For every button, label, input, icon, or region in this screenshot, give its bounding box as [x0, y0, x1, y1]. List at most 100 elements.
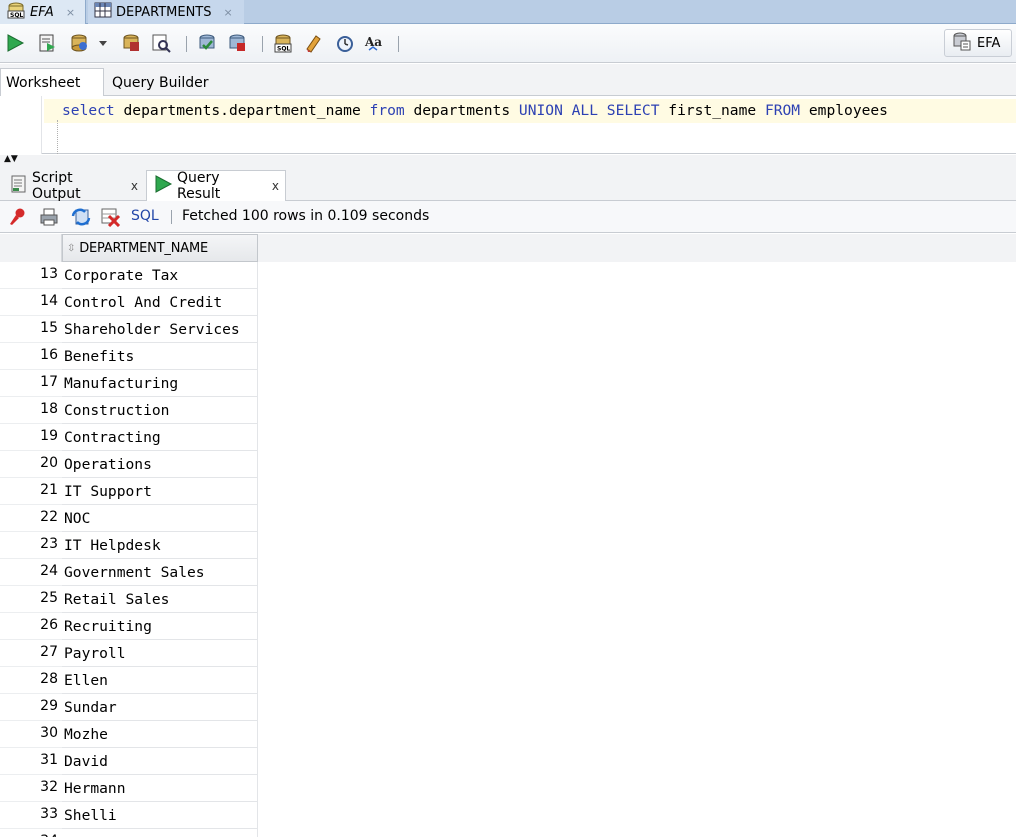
table-cell[interactable] [62, 829, 258, 837]
rollback-icon[interactable] [196, 32, 218, 54]
doc-tab-efa[interactable]: SQL EFA × [0, 0, 86, 24]
row-number[interactable]: 22 [0, 505, 62, 532]
table-row[interactable]: 27 Payroll [0, 640, 260, 667]
row-number[interactable]: 14 [0, 289, 62, 316]
table-row[interactable]: 31 David [0, 748, 260, 775]
table-row[interactable]: 16 Benefits [0, 343, 260, 370]
table-cell[interactable]: Corporate Tax [62, 262, 258, 289]
row-number[interactable]: 28 [0, 667, 62, 694]
table-cell[interactable]: Government Sales [62, 559, 258, 586]
row-number[interactable]: 23 [0, 532, 62, 559]
table-cell[interactable]: Sundar [62, 694, 258, 721]
row-number[interactable]: 21 [0, 478, 62, 505]
sql-statement[interactable]: select departments.department_name from … [62, 102, 888, 119]
table-cell[interactable]: David [62, 748, 258, 775]
table-row[interactable]: 28 Ellen [0, 667, 260, 694]
table-cell[interactable]: Payroll [62, 640, 258, 667]
table-cell[interactable]: Shelli [62, 802, 258, 829]
connection-selector[interactable]: EFA [944, 29, 1012, 57]
doc-tab-departments[interactable]: DEPARTMENTS × [88, 0, 244, 24]
tab-script-output[interactable]: Script Output x [4, 170, 144, 202]
table-cell[interactable]: IT Support [62, 478, 258, 505]
row-number[interactable]: 13 [0, 262, 62, 289]
result-grid[interactable]: ⇳ DEPARTMENT_NAME 13 Corporate Tax 14 Contr… [0, 234, 1016, 837]
table-row[interactable]: 23 IT Helpdesk [0, 532, 260, 559]
table-cell[interactable]: IT Helpdesk [62, 532, 258, 559]
sql-history-icon[interactable]: SQL [272, 32, 294, 54]
row-number[interactable]: 19 [0, 424, 62, 451]
row-number[interactable]: 25 [0, 586, 62, 613]
table-row[interactable]: 13 Corporate Tax [0, 262, 260, 289]
table-row[interactable]: 14 Control And Credit [0, 289, 260, 316]
table-cell[interactable]: Mozhe [62, 721, 258, 748]
close-icon[interactable]: x [131, 179, 138, 193]
table-row[interactable]: 32 Hermann [0, 775, 260, 802]
table-row[interactable]: 30 Mozhe [0, 721, 260, 748]
row-number[interactable]: 20 [0, 451, 62, 478]
table-row[interactable]: 19 Contracting [0, 424, 260, 451]
row-number[interactable]: 29 [0, 694, 62, 721]
table-cell[interactable]: Contracting [62, 424, 258, 451]
tab-worksheet[interactable]: Worksheet [0, 68, 104, 96]
find-icon[interactable] [334, 32, 356, 54]
table-cell[interactable]: Benefits [62, 343, 258, 370]
table-cell[interactable]: Manufacturing [62, 370, 258, 397]
sort-icon[interactable]: ⇳ [67, 243, 75, 254]
row-number[interactable]: 16 [0, 343, 62, 370]
close-icon[interactable]: × [66, 6, 75, 19]
table-row[interactable]: 22 NOC [0, 505, 260, 532]
row-number[interactable]: 18 [0, 397, 62, 424]
table-row[interactable]: 18 Construction [0, 397, 260, 424]
tab-query-builder[interactable]: Query Builder [104, 69, 217, 96]
row-number[interactable]: 32 [0, 775, 62, 802]
table-cell[interactable]: Retail Sales [62, 586, 258, 613]
format-icon[interactable]: Aa [364, 32, 386, 54]
sql-link[interactable]: SQL [131, 208, 159, 224]
table-cell[interactable]: Control And Credit [62, 289, 258, 316]
chevron-down-icon[interactable] [96, 32, 110, 54]
commit-icon[interactable] [120, 32, 142, 54]
table-cell[interactable]: Ellen [62, 667, 258, 694]
table-cell[interactable]: Hermann [62, 775, 258, 802]
row-number[interactable]: 30 [0, 721, 62, 748]
table-row[interactable]: 21 IT Support [0, 478, 260, 505]
print-icon[interactable] [38, 206, 60, 228]
refresh-icon[interactable] [70, 206, 92, 228]
row-number[interactable]: 27 [0, 640, 62, 667]
cancel-icon[interactable] [226, 32, 248, 54]
close-icon[interactable]: × [224, 6, 233, 19]
table-row[interactable]: 20 Operations [0, 451, 260, 478]
row-number-header[interactable] [0, 234, 62, 262]
row-number[interactable]: 34 [0, 829, 62, 837]
table-row[interactable]: 33 Shelli [0, 802, 260, 829]
close-icon[interactable]: x [272, 179, 279, 193]
autotrace-icon[interactable] [68, 32, 90, 54]
delete-icon[interactable] [100, 206, 122, 228]
table-cell[interactable]: Construction [62, 397, 258, 424]
table-row[interactable]: 29 Sundar [0, 694, 260, 721]
clear-icon[interactable] [302, 32, 324, 54]
row-number[interactable]: 31 [0, 748, 62, 775]
table-cell[interactable]: Operations [62, 451, 258, 478]
table-cell[interactable]: Recruiting [62, 613, 258, 640]
table-row[interactable]: 24 Government Sales [0, 559, 260, 586]
table-row[interactable]: 15 Shareholder Services [0, 316, 260, 343]
row-number[interactable]: 33 [0, 802, 62, 829]
row-number[interactable]: 26 [0, 613, 62, 640]
run-statement-icon[interactable] [4, 32, 26, 54]
pin-icon[interactable] [6, 206, 28, 228]
row-number[interactable]: 17 [0, 370, 62, 397]
explain-plan-icon[interactable] [150, 32, 172, 54]
editor-splitter[interactable]: ▲▼ [0, 155, 1016, 167]
table-row[interactable]: 26 Recruiting [0, 613, 260, 640]
table-cell[interactable]: NOC [62, 505, 258, 532]
row-number[interactable]: 15 [0, 316, 62, 343]
sql-editor[interactable]: select departments.department_name from … [0, 96, 1016, 154]
table-row[interactable]: 25 Retail Sales [0, 586, 260, 613]
column-header-department-name[interactable]: ⇳ DEPARTMENT_NAME [62, 234, 258, 262]
collapse-arrows-icon[interactable]: ▲▼ [4, 155, 18, 164]
row-number[interactable]: 24 [0, 559, 62, 586]
table-row[interactable]: 34 [0, 829, 260, 837]
table-cell[interactable]: Shareholder Services [62, 316, 258, 343]
run-script-icon[interactable] [36, 32, 58, 54]
